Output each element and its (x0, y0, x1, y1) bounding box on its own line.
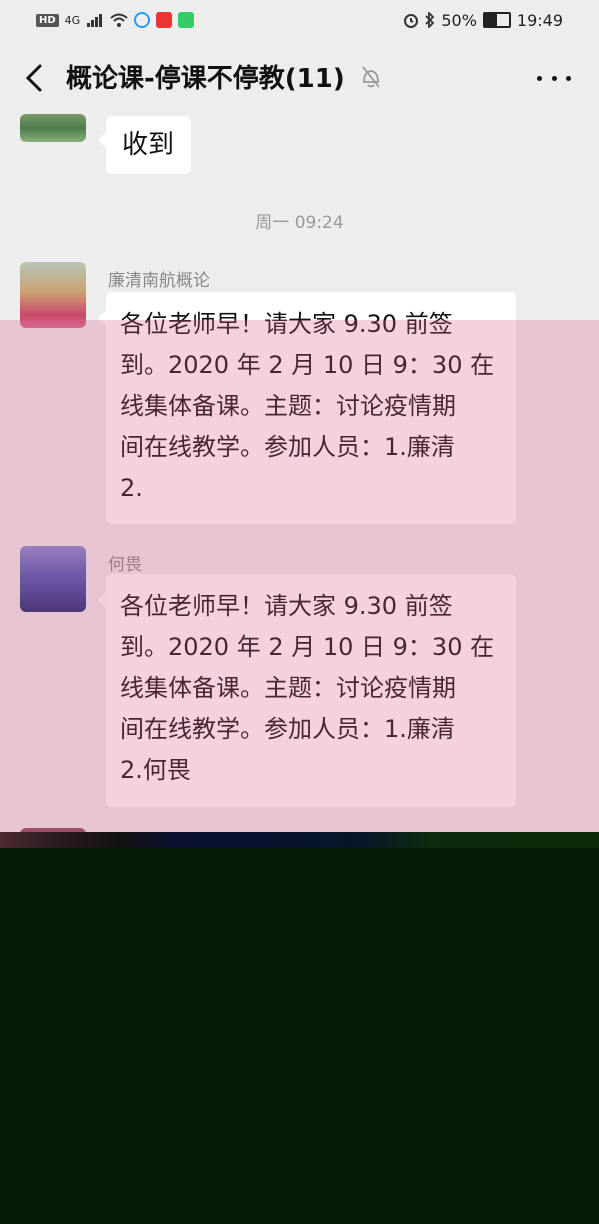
message-line: 到。2020 年 2 月 10 日 9：30 在 (120, 633, 495, 661)
avatar[interactable] (20, 114, 86, 142)
message-bubble[interactable]: 各位老师早！请大家 9.30 前签 到。2020 年 2 月 10 日 9：30… (98, 574, 516, 807)
battery-icon (482, 12, 511, 28)
message-line: 各位老师早！请大家 9.30 前签 (120, 592, 453, 620)
timestamp: 周一 09:24 (255, 213, 344, 233)
chat-app-icon (134, 12, 151, 28)
glitch-band (0, 832, 599, 848)
back-arrow-icon[interactable] (20, 60, 50, 96)
dot (537, 75, 542, 81)
message-line: 到。2020 年 2 月 10 日 9：30 在 (120, 351, 495, 379)
dot (566, 75, 571, 81)
app-green-icon (178, 12, 195, 28)
status-right: 50% 19:49 (403, 11, 563, 30)
avatar[interactable] (20, 546, 86, 612)
status-left: HD 4G (36, 12, 195, 28)
battery-percent: 50% (441, 10, 477, 30)
battery-fill (484, 14, 497, 26)
dot (551, 75, 557, 81)
message-line: 线集体备课。主题：讨论疫情期 (120, 392, 456, 420)
message-bubble[interactable]: 收到 (98, 116, 191, 174)
network-type: 4G (64, 13, 81, 27)
more-dots-icon[interactable] (537, 66, 571, 90)
bluetooth-icon (425, 12, 435, 28)
alarm-icon (404, 14, 419, 28)
clock: 19:49 (516, 10, 563, 30)
signal-icon (87, 14, 103, 27)
chat-title: 概论课-停课不停教(11) (66, 64, 345, 94)
message-line: 间在线教学。参加人员：1.廉清 (120, 433, 455, 461)
message-line: 间在线教学。参加人员：1.廉清 (120, 715, 455, 743)
dark-fill (0, 848, 599, 1224)
message-text: 收到 (122, 130, 175, 160)
status-bar: HD 4G 50% 19:49 (0, 0, 599, 40)
message-line: 各位老师早！请大家 9.30 前签 (120, 310, 453, 338)
sender-name: 廉清南航概论 (108, 271, 210, 291)
app-red-icon (156, 12, 173, 28)
message-line: 2. (120, 474, 143, 502)
message-line: 线集体备课。主题：讨论疫情期 (120, 674, 456, 702)
chat-header: 概论课-停课不停教(11) (0, 40, 599, 116)
wifi-icon (110, 13, 128, 27)
hd-badge: HD (36, 13, 59, 27)
avatar[interactable] (20, 262, 86, 328)
sender-name: 何畏 (108, 555, 142, 575)
bell-off-icon (362, 66, 380, 88)
message-line: 2.何畏 (120, 756, 191, 784)
message-bubble[interactable]: 各位老师早！请大家 9.30 前签 到。2020 年 2 月 10 日 9：30… (98, 292, 516, 524)
